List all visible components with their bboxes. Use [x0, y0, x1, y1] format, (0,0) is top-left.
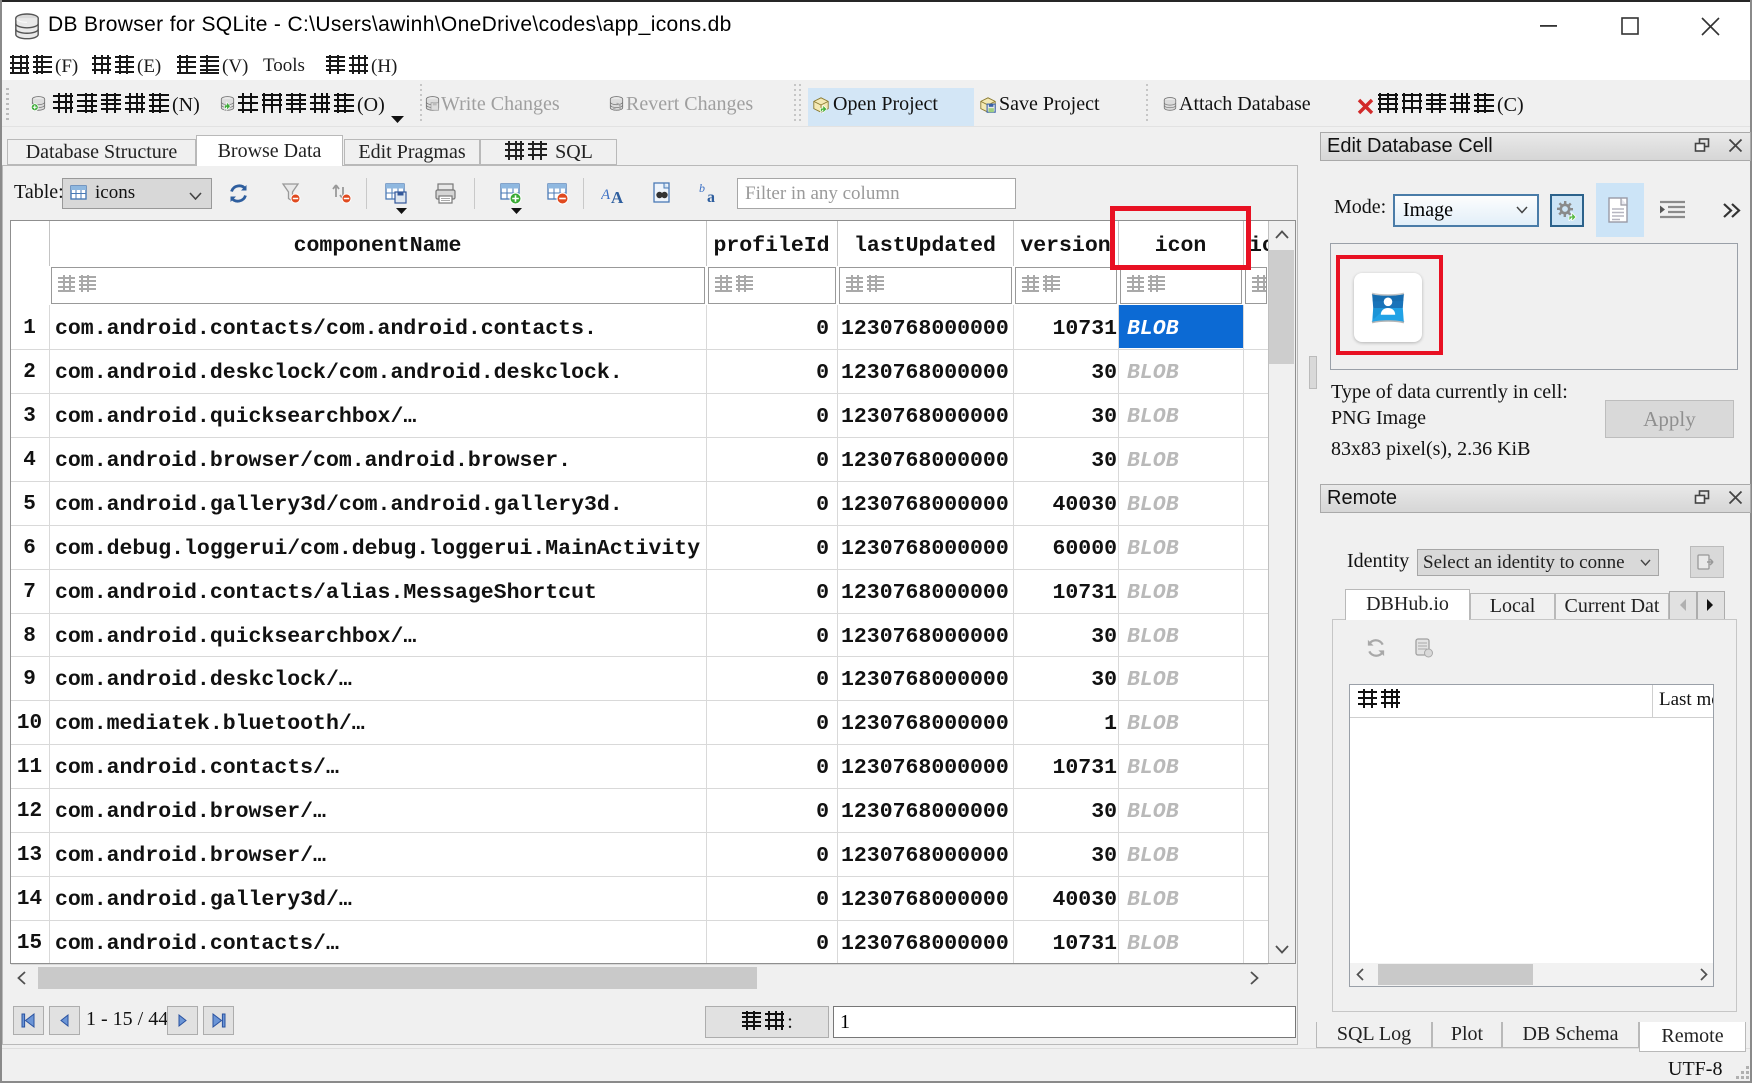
svg-text:A: A — [611, 188, 624, 205]
svg-text:b: b — [699, 182, 705, 195]
svg-text:a: a — [707, 189, 715, 204]
svg-text:A: A — [601, 187, 611, 203]
